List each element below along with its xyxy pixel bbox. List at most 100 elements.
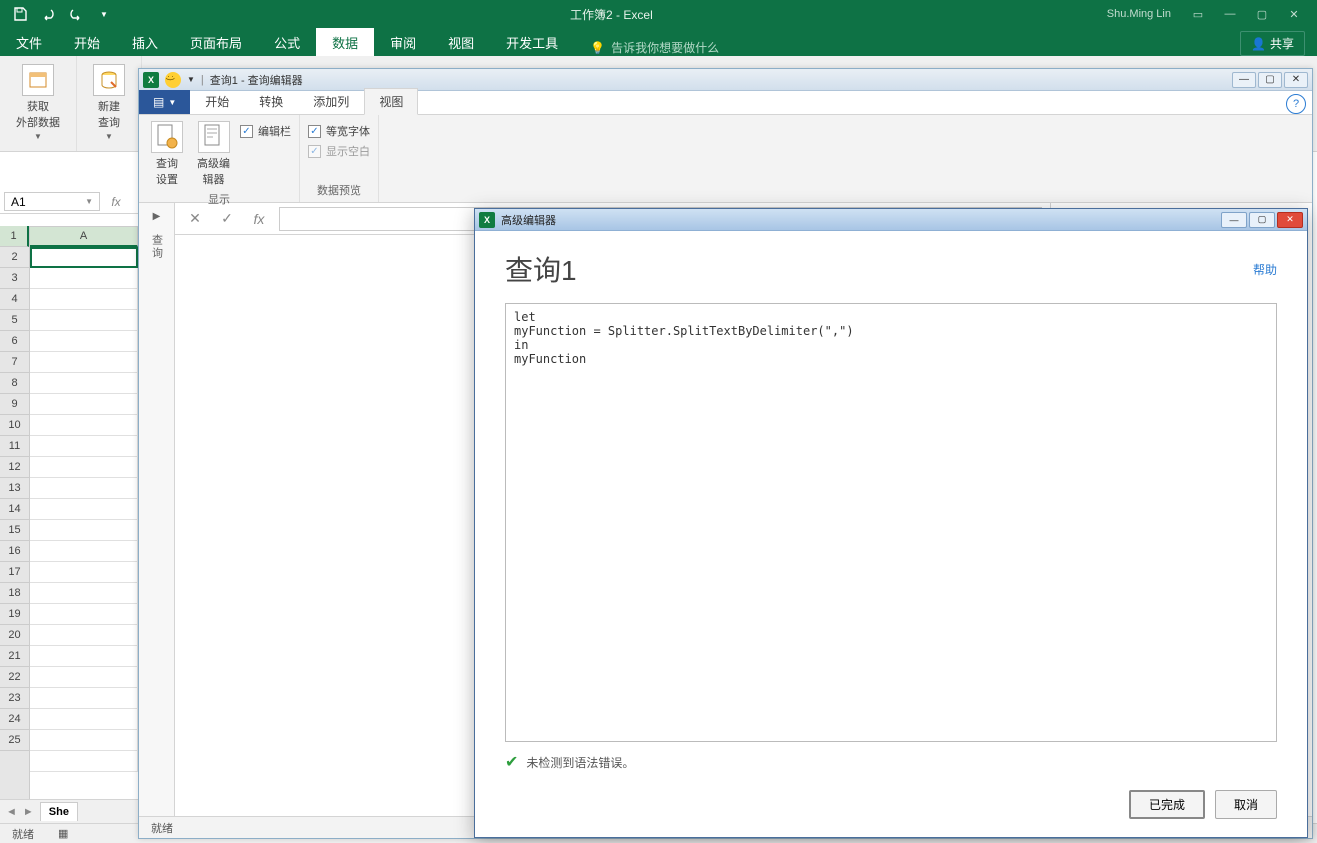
cell[interactable] (30, 499, 138, 520)
tab-view[interactable]: 视图 (432, 28, 490, 56)
qe-tab-addcolumn[interactable]: 添加列 (298, 88, 364, 114)
row-header[interactable]: 3 (0, 268, 29, 289)
cell[interactable] (30, 478, 138, 499)
advanced-editor-titlebar[interactable]: X 高级编辑器 — ▢ ✕ (475, 209, 1307, 231)
qe-minimize-button[interactable]: — (1232, 72, 1256, 88)
column-header-a[interactable]: A (30, 226, 138, 247)
cell[interactable] (30, 583, 138, 604)
row-header[interactable]: 8 (0, 373, 29, 394)
cell[interactable] (30, 667, 138, 688)
cell[interactable] (30, 247, 138, 268)
row-header[interactable]: 16 (0, 541, 29, 562)
tab-data[interactable]: 数据 (316, 28, 374, 56)
row-header[interactable]: 18 (0, 583, 29, 604)
help-icon[interactable]: ? (1286, 94, 1306, 114)
accept-formula-icon[interactable]: ✓ (215, 208, 239, 230)
cell[interactable] (30, 562, 138, 583)
cell[interactable] (30, 709, 138, 730)
tab-insert[interactable]: 插入 (116, 28, 174, 56)
adv-minimize-button[interactable]: — (1221, 212, 1247, 228)
row-header[interactable]: 23 (0, 688, 29, 709)
row-header[interactable]: 15 (0, 520, 29, 541)
close-icon[interactable]: ✕ (1279, 4, 1309, 24)
row-header[interactable]: 1 (0, 226, 29, 247)
tab-file[interactable]: 文件 (0, 28, 58, 56)
save-icon[interactable] (8, 3, 32, 25)
qe-maximize-button[interactable]: ▢ (1258, 72, 1282, 88)
tab-home[interactable]: 开始 (58, 28, 116, 56)
cell[interactable] (30, 289, 138, 310)
code-editor[interactable]: let myFunction = Splitter.SplitTextByDel… (505, 303, 1277, 742)
minimize-icon[interactable]: — (1215, 4, 1245, 24)
tell-me-search[interactable]: 💡 告诉我你想要做什么 (574, 39, 719, 56)
sheet-tab[interactable]: She (40, 802, 78, 821)
row-header[interactable]: 21 (0, 646, 29, 667)
cell[interactable] (30, 415, 138, 436)
query-settings-button[interactable]: 查询 设置 (147, 119, 187, 189)
cell[interactable] (30, 688, 138, 709)
advanced-editor-button[interactable]: 高级编 辑器 (193, 119, 234, 189)
cell[interactable] (30, 331, 138, 352)
get-external-data-button[interactable]: 获取 外部数据 ▼ (10, 60, 66, 145)
row-header[interactable]: 9 (0, 394, 29, 415)
row-header[interactable]: 5 (0, 310, 29, 331)
show-whitespace-checkbox[interactable]: ✓显示空白 (308, 141, 370, 161)
help-link[interactable]: 帮助 (1253, 261, 1277, 278)
cancel-formula-icon[interactable]: ✕ (183, 208, 207, 230)
row-header[interactable]: 17 (0, 562, 29, 583)
qe-tab-transform[interactable]: 转换 (244, 88, 298, 114)
tab-layout[interactable]: 页面布局 (174, 28, 258, 56)
maximize-icon[interactable]: ▢ (1247, 4, 1277, 24)
monospace-checkbox[interactable]: ✓等宽字体 (308, 121, 370, 141)
row-header[interactable]: 22 (0, 667, 29, 688)
cell[interactable] (30, 625, 138, 646)
formula-bar-checkbox[interactable]: ✓编辑栏 (240, 121, 291, 141)
row-header[interactable]: 2 (0, 247, 29, 268)
redo-icon[interactable] (64, 3, 88, 25)
cell[interactable] (30, 436, 138, 457)
ribbon-options-icon[interactable]: ▭ (1183, 4, 1213, 24)
feedback-icon[interactable] (165, 72, 181, 88)
tab-developer[interactable]: 开发工具 (490, 28, 574, 56)
adv-maximize-button[interactable]: ▢ (1249, 212, 1275, 228)
row-header[interactable]: 25 (0, 730, 29, 751)
row-header[interactable]: 7 (0, 352, 29, 373)
qe-file-tab[interactable]: ▤▼ (139, 90, 190, 114)
cell[interactable] (30, 394, 138, 415)
tab-review[interactable]: 审阅 (374, 28, 432, 56)
row-header[interactable]: 12 (0, 457, 29, 478)
row-header[interactable]: 10 (0, 415, 29, 436)
adv-close-button[interactable]: ✕ (1277, 212, 1303, 228)
row-header[interactable]: 24 (0, 709, 29, 730)
qat-dropdown-icon[interactable]: ▼ (92, 3, 116, 25)
row-header[interactable]: 6 (0, 331, 29, 352)
macro-record-icon[interactable]: ▦ (58, 827, 68, 840)
cell[interactable] (30, 310, 138, 331)
sheet-nav-prev[interactable]: ◄ (6, 806, 17, 818)
cell[interactable] (30, 457, 138, 478)
done-button[interactable]: 已完成 (1129, 790, 1205, 819)
cell[interactable] (30, 646, 138, 667)
cell[interactable] (30, 751, 138, 772)
cell[interactable] (30, 541, 138, 562)
cell[interactable] (30, 520, 138, 541)
row-header[interactable]: 19 (0, 604, 29, 625)
name-box[interactable]: A1 ▼ (4, 192, 100, 211)
row-header[interactable]: 14 (0, 499, 29, 520)
sheet-nav-next[interactable]: ► (23, 806, 34, 818)
row-header[interactable]: 11 (0, 436, 29, 457)
cell[interactable] (30, 352, 138, 373)
qe-close-button[interactable]: ✕ (1284, 72, 1308, 88)
tab-formulas[interactable]: 公式 (258, 28, 316, 56)
fx-icon[interactable]: fx (247, 208, 271, 230)
cell[interactable] (30, 730, 138, 751)
share-button[interactable]: 👤 共享 (1240, 31, 1305, 56)
new-query-button[interactable]: 新建 查询 ▼ (87, 60, 131, 145)
qe-tab-view[interactable]: 视图 (364, 88, 418, 115)
row-header[interactable]: 4 (0, 289, 29, 310)
undo-icon[interactable] (36, 3, 60, 25)
row-header[interactable]: 20 (0, 625, 29, 646)
cell[interactable] (30, 268, 138, 289)
cell[interactable] (30, 604, 138, 625)
cell[interactable] (30, 373, 138, 394)
